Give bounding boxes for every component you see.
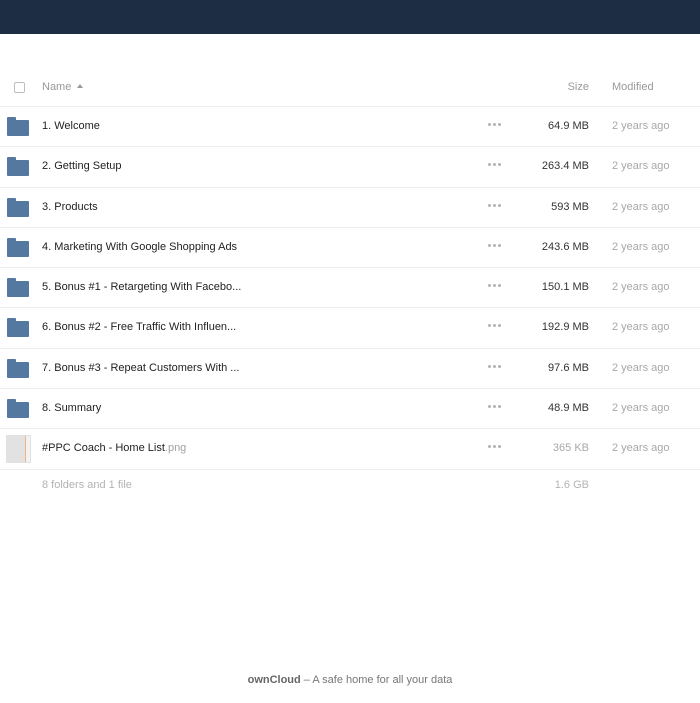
file-name[interactable]: #PPC Coach - Home List.png: [42, 442, 186, 454]
file-row[interactable]: 6. Bonus #2 - Free Traffic With Influen.…: [0, 308, 700, 349]
sort-ascending-icon: [77, 84, 84, 88]
file-list: 1. Welcome 64.9 MB 2 years ago 2. Gettin…: [0, 107, 700, 470]
file-size: 365 KB: [552, 442, 589, 455]
sort-by-name-header[interactable]: Name: [42, 81, 84, 93]
file-name[interactable]: 3. Products: [42, 201, 98, 213]
file-modified: 2 years ago: [612, 120, 670, 132]
file-modified: 2 years ago: [612, 361, 670, 374]
file-size: 48.9 MB: [548, 402, 589, 415]
folder-icon[interactable]: [7, 237, 29, 257]
file-name[interactable]: 4. Marketing With Google Shopping Ads: [42, 241, 237, 253]
name-column-label: Name: [42, 81, 72, 93]
footer: ownCloud – A safe home for all your data: [0, 674, 700, 686]
file-modified: 2 years ago: [612, 200, 670, 213]
file-list-header: Name Size Modified: [0, 68, 700, 107]
select-all-checkbox[interactable]: [14, 82, 25, 93]
folder-icon[interactable]: [7, 157, 29, 177]
folder-icon[interactable]: [7, 117, 29, 136]
more-actions-icon[interactable]: [488, 203, 502, 207]
file-row[interactable]: 4. Marketing With Google Shopping Ads 24…: [0, 228, 700, 269]
more-actions-icon[interactable]: [488, 364, 502, 368]
file-modified: 2 years ago: [612, 240, 670, 253]
file-size: 263.4 MB: [541, 160, 589, 173]
file-name[interactable]: 2. Getting Setup: [42, 160, 122, 172]
file-modified: 2 years ago: [612, 402, 670, 415]
file-row[interactable]: 5. Bonus #1 - Retargeting With Facebo...…: [0, 268, 700, 309]
file-name[interactable]: 6. Bonus #2 - Free Traffic With Influen.…: [42, 321, 236, 333]
file-modified: 2 years ago: [612, 160, 670, 173]
folder-icon[interactable]: [7, 399, 29, 419]
folder-icon[interactable]: [7, 197, 29, 217]
top-navigation-bar: [0, 0, 700, 34]
file-name[interactable]: 5. Bonus #1 - Retargeting With Facebo...: [42, 281, 241, 293]
file-row[interactable]: 7. Bonus #3 - Repeat Customers With ... …: [0, 349, 700, 390]
file-size: 64.9 MB: [548, 120, 589, 132]
file-name[interactable]: 1. Welcome: [42, 120, 100, 132]
folder-icon[interactable]: [7, 318, 29, 338]
folder-icon[interactable]: [7, 358, 29, 378]
file-summary: 8 folders and 1 file 1.6 GB: [0, 476, 700, 496]
footer-brand-link[interactable]: ownCloud: [248, 674, 301, 686]
file-row[interactable]: 8. Summary 48.9 MB 2 years ago: [0, 389, 700, 430]
footer-tagline: – A safe home for all your data: [300, 674, 453, 686]
file-modified: 2 years ago: [612, 281, 670, 294]
sort-by-size-header[interactable]: Size: [568, 81, 589, 93]
file-modified: 2 years ago: [612, 321, 670, 334]
more-actions-icon[interactable]: [488, 243, 502, 247]
more-actions-icon[interactable]: [488, 162, 502, 167]
file-row[interactable]: 1. Welcome 64.9 MB 2 years ago: [0, 107, 700, 148]
file-name[interactable]: 7. Bonus #3 - Repeat Customers With ...: [42, 362, 239, 374]
file-size: 192.9 MB: [541, 321, 589, 334]
folder-icon[interactable]: [7, 278, 29, 298]
more-actions-icon[interactable]: [488, 283, 502, 288]
more-actions-icon[interactable]: [488, 323, 502, 328]
file-name[interactable]: 8. Summary: [42, 402, 101, 414]
more-actions-icon[interactable]: [488, 444, 502, 449]
summary-count: 8 folders and 1 file: [42, 479, 132, 491]
file-size: 150.1 MB: [541, 281, 589, 294]
more-actions-icon[interactable]: [488, 122, 502, 126]
file-size: 97.6 MB: [548, 361, 589, 374]
more-actions-icon[interactable]: [488, 404, 502, 409]
summary-total-size: 1.6 GB: [554, 479, 589, 491]
file-row[interactable]: 3. Products 593 MB 2 years ago: [0, 188, 700, 228]
file-row[interactable]: 2. Getting Setup 263.4 MB 2 years ago: [0, 147, 700, 188]
file-row[interactable]: #PPC Coach - Home List.png 365 KB 2 year…: [0, 429, 700, 470]
file-size: 243.6 MB: [541, 240, 589, 253]
file-modified: 2 years ago: [612, 442, 670, 455]
sort-by-modified-header[interactable]: Modified: [612, 81, 654, 93]
image-thumbnail[interactable]: [6, 435, 31, 464]
file-size: 593 MB: [551, 200, 589, 213]
